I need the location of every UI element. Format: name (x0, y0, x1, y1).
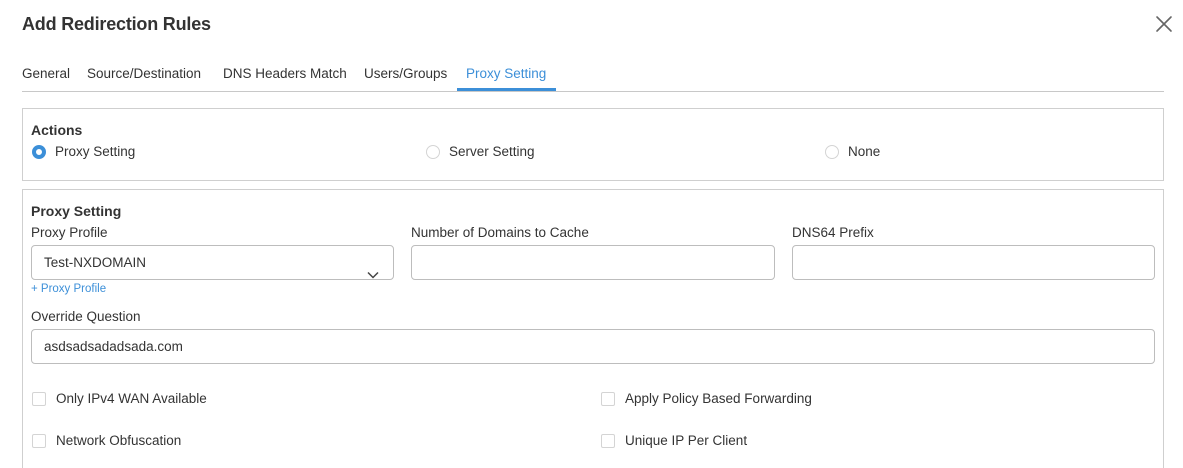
actions-panel: Actions Proxy Setting Server Setting Non… (22, 108, 1164, 181)
checkbox-apply-pbf-box[interactable] (601, 391, 615, 406)
active-tab-indicator (457, 88, 556, 91)
checkbox-network-obfuscation-box[interactable] (32, 433, 46, 448)
domains-to-cache-input[interactable] (411, 245, 775, 280)
radio-server-setting-indicator[interactable] (426, 144, 440, 159)
dns64-prefix-input[interactable] (792, 245, 1155, 280)
radio-proxy-setting-indicator[interactable] (32, 144, 46, 159)
chevron-down-icon (367, 258, 379, 291)
actions-title: Actions (31, 122, 83, 138)
proxy-setting-panel: Proxy Setting Proxy Profile Test-NXDOMAI… (22, 189, 1164, 468)
radio-proxy-setting[interactable]: Proxy Setting (32, 144, 135, 159)
radio-server-setting-label: Server Setting (449, 144, 535, 159)
tab-bar: General Source/Destination DNS Headers M… (22, 66, 1164, 92)
proxy-profile-select[interactable]: Test-NXDOMAIN (31, 245, 394, 280)
override-question-input[interactable]: asdsadsadadsada.com (31, 329, 1155, 364)
proxy-setting-title: Proxy Setting (31, 203, 122, 219)
proxy-profile-label: Proxy Profile (31, 225, 108, 240)
checkbox-network-obfuscation-label: Network Obfuscation (56, 433, 182, 448)
domains-to-cache-label: Number of Domains to Cache (411, 225, 589, 240)
checkbox-network-obfuscation[interactable]: Network Obfuscation (32, 433, 181, 448)
radio-none[interactable]: None (825, 144, 880, 159)
tab-dns-headers-match[interactable]: DNS Headers Match (223, 66, 347, 81)
checkbox-apply-pbf[interactable]: Apply Policy Based Forwarding (601, 391, 812, 406)
checkbox-only-ipv4-wan-box[interactable] (32, 391, 46, 406)
tab-source-destination[interactable]: Source/Destination (87, 66, 201, 81)
proxy-profile-value: Test-NXDOMAIN (44, 255, 147, 270)
checkbox-unique-ip-per-client[interactable]: Unique IP Per Client (601, 433, 747, 448)
override-question-label: Override Question (31, 309, 141, 324)
dns64-prefix-label: DNS64 Prefix (792, 225, 874, 240)
radio-none-indicator[interactable] (825, 144, 839, 159)
checkbox-only-ipv4-wan-label: Only IPv4 WAN Available (56, 391, 207, 406)
close-icon[interactable] (1154, 14, 1174, 34)
checkbox-apply-pbf-label: Apply Policy Based Forwarding (625, 391, 812, 406)
radio-proxy-setting-label: Proxy Setting (55, 144, 136, 159)
radio-none-label: None (848, 144, 881, 159)
tab-proxy-setting[interactable]: Proxy Setting (466, 66, 546, 81)
add-proxy-profile-link[interactable]: + Proxy Profile (31, 283, 106, 295)
tab-general[interactable]: General (22, 66, 70, 81)
radio-server-setting[interactable]: Server Setting (426, 144, 535, 159)
checkbox-unique-ip-per-client-label: Unique IP Per Client (625, 433, 748, 448)
checkbox-unique-ip-per-client-box[interactable] (601, 433, 615, 448)
checkbox-only-ipv4-wan[interactable]: Only IPv4 WAN Available (32, 391, 207, 406)
dialog-title: Add Redirection Rules (22, 14, 211, 34)
tab-users-groups[interactable]: Users/Groups (364, 66, 447, 81)
